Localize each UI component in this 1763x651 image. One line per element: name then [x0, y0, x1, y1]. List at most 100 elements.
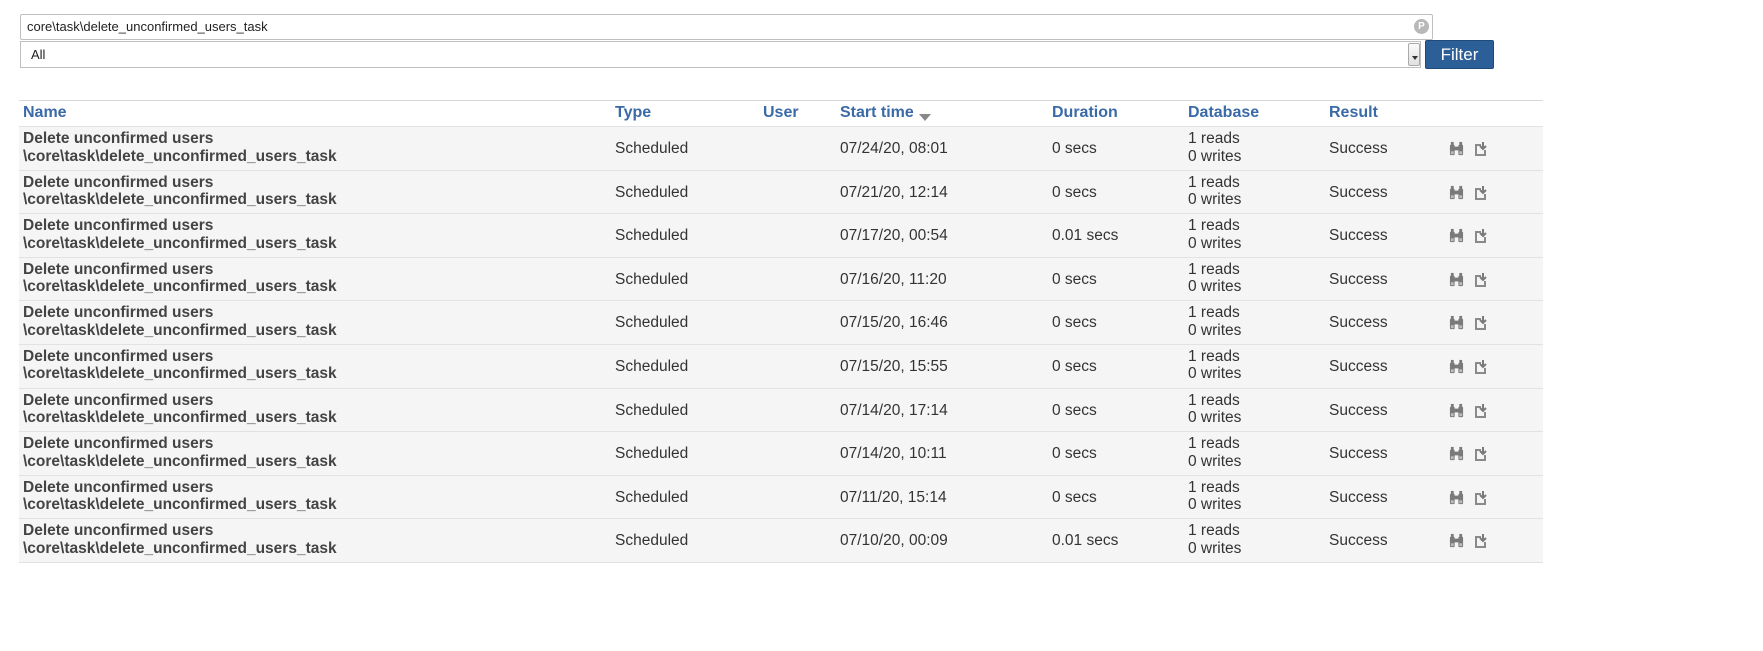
task-name: Delete unconfirmed users [23, 260, 214, 278]
task-duration: 0 secs [1052, 488, 1097, 506]
task-name: Delete unconfirmed users [23, 130, 214, 147]
binoculars-icon[interactable] [1449, 446, 1464, 461]
task-duration: 0 secs [1052, 445, 1097, 463]
db-writes: 0 writes [1188, 234, 1242, 252]
sort-desc-icon[interactable] [918, 114, 931, 121]
task-type: Scheduled [615, 488, 689, 506]
column-header-start-time[interactable]: Start time [840, 104, 931, 122]
task-classname: \core\task\delete_unconfirmed_users_task [23, 452, 337, 470]
binoculars-icon[interactable] [1449, 185, 1464, 200]
table-row: Delete unconfirmed users \core\task\dele… [19, 475, 1543, 520]
task-duration: 0 secs [1052, 357, 1097, 375]
task-type: Scheduled [615, 445, 689, 463]
download-icon[interactable] [1472, 315, 1488, 331]
column-header-database[interactable]: Database [1188, 104, 1259, 122]
filter-form: core\task\delete_unconfirmed_users_task … [20, 14, 1520, 74]
row-actions [1449, 315, 1489, 331]
task-classname: \core\task\delete_unconfirmed_users_task [23, 409, 337, 427]
binoculars-icon[interactable] [1449, 490, 1464, 505]
task-name-cell: Delete unconfirmed users \core\task\dele… [23, 435, 337, 470]
task-start-time: 07/10/20, 00:09 [840, 532, 948, 550]
task-duration: 0 secs [1052, 183, 1097, 201]
task-duration: 0.01 secs [1052, 227, 1119, 245]
column-header-user[interactable]: User [763, 104, 799, 122]
db-reads: 1 reads [1188, 522, 1240, 540]
task-type: Scheduled [615, 401, 689, 419]
task-type: Scheduled [615, 140, 689, 157]
task-classname: \core\task\delete_unconfirmed_users_task [23, 278, 337, 296]
task-start-time: 07/15/20, 15:55 [840, 357, 948, 375]
task-type: Scheduled [615, 357, 689, 375]
task-classname: \core\task\delete_unconfirmed_users_task [23, 191, 337, 209]
column-header-type[interactable]: Type [615, 104, 651, 122]
db-writes: 0 writes [1188, 321, 1242, 339]
task-name-cell: Delete unconfirmed users \core\task\dele… [23, 217, 337, 252]
search-input[interactable]: core\task\delete_unconfirmed_users_task [20, 14, 1433, 40]
task-name: Delete unconfirmed users [23, 391, 214, 409]
row-actions [1449, 446, 1489, 462]
task-result: Success [1329, 140, 1388, 157]
status-select[interactable]: All [20, 41, 1421, 68]
task-database: 1 reads 0 writes [1188, 348, 1241, 383]
row-actions [1449, 228, 1489, 244]
binoculars-icon[interactable] [1449, 228, 1464, 243]
p-icon[interactable]: P [1414, 19, 1429, 34]
download-icon[interactable] [1472, 403, 1488, 419]
row-actions [1449, 272, 1489, 288]
download-icon[interactable] [1472, 533, 1488, 549]
binoculars-icon[interactable] [1449, 315, 1464, 330]
task-duration: 0 secs [1052, 314, 1097, 332]
task-database: 1 reads 0 writes [1188, 304, 1241, 339]
task-type: Scheduled [615, 314, 689, 332]
task-name-cell: Delete unconfirmed users \core\task\dele… [23, 479, 337, 514]
task-result: Success [1329, 270, 1388, 288]
column-header-name[interactable]: Name [23, 104, 67, 122]
binoculars-icon[interactable] [1449, 141, 1464, 156]
task-classname: \core\task\delete_unconfirmed_users_task [23, 147, 337, 165]
task-database: 1 reads 0 writes [1188, 392, 1241, 427]
download-icon[interactable] [1472, 141, 1488, 157]
task-result: Success [1329, 183, 1388, 201]
chevron-down-icon[interactable] [1408, 43, 1420, 66]
task-start-time: 07/24/20, 08:01 [840, 140, 948, 157]
task-type: Scheduled [615, 227, 689, 245]
download-icon[interactable] [1472, 272, 1488, 288]
task-start-time: 07/14/20, 10:11 [840, 445, 947, 463]
task-name: Delete unconfirmed users [23, 522, 214, 540]
row-actions [1449, 490, 1489, 506]
table-row: Delete unconfirmed users \core\task\dele… [19, 519, 1543, 563]
table-row: Delete unconfirmed users \core\task\dele… [19, 127, 1543, 171]
db-writes: 0 writes [1188, 278, 1242, 296]
binoculars-icon[interactable] [1449, 533, 1464, 548]
table-row: Delete unconfirmed users \core\task\dele… [19, 170, 1543, 215]
task-start-time: 07/16/20, 11:20 [840, 270, 947, 288]
column-header-duration[interactable]: Duration [1052, 104, 1118, 122]
task-name: Delete unconfirmed users [23, 217, 214, 235]
binoculars-icon[interactable] [1449, 403, 1464, 418]
db-writes: 0 writes [1188, 496, 1242, 514]
task-name: Delete unconfirmed users [23, 435, 214, 453]
binoculars-icon[interactable] [1449, 272, 1464, 287]
table-row: Delete unconfirmed users \core\task\dele… [19, 257, 1543, 302]
task-type: Scheduled [615, 270, 689, 288]
db-writes: 0 writes [1188, 191, 1242, 209]
db-writes: 0 writes [1188, 365, 1242, 383]
task-duration: 0 secs [1052, 140, 1097, 157]
binoculars-icon[interactable] [1449, 359, 1464, 374]
row-actions [1449, 141, 1489, 157]
column-header-result[interactable]: Result [1329, 104, 1378, 122]
task-type: Scheduled [615, 532, 689, 550]
task-type: Scheduled [615, 183, 689, 201]
download-icon[interactable] [1472, 185, 1488, 201]
download-icon[interactable] [1472, 228, 1488, 244]
filter-button[interactable]: Filter [1425, 40, 1494, 69]
task-database: 1 reads 0 writes [1188, 435, 1241, 470]
task-start-time: 07/15/20, 16:46 [840, 314, 948, 332]
task-name: Delete unconfirmed users [23, 478, 214, 496]
download-icon[interactable] [1472, 490, 1488, 506]
task-result: Success [1329, 401, 1388, 419]
download-icon[interactable] [1472, 446, 1488, 462]
column-header-start-time-label[interactable]: Start time [840, 104, 914, 121]
task-result: Success [1329, 445, 1388, 463]
download-icon[interactable] [1472, 359, 1488, 375]
